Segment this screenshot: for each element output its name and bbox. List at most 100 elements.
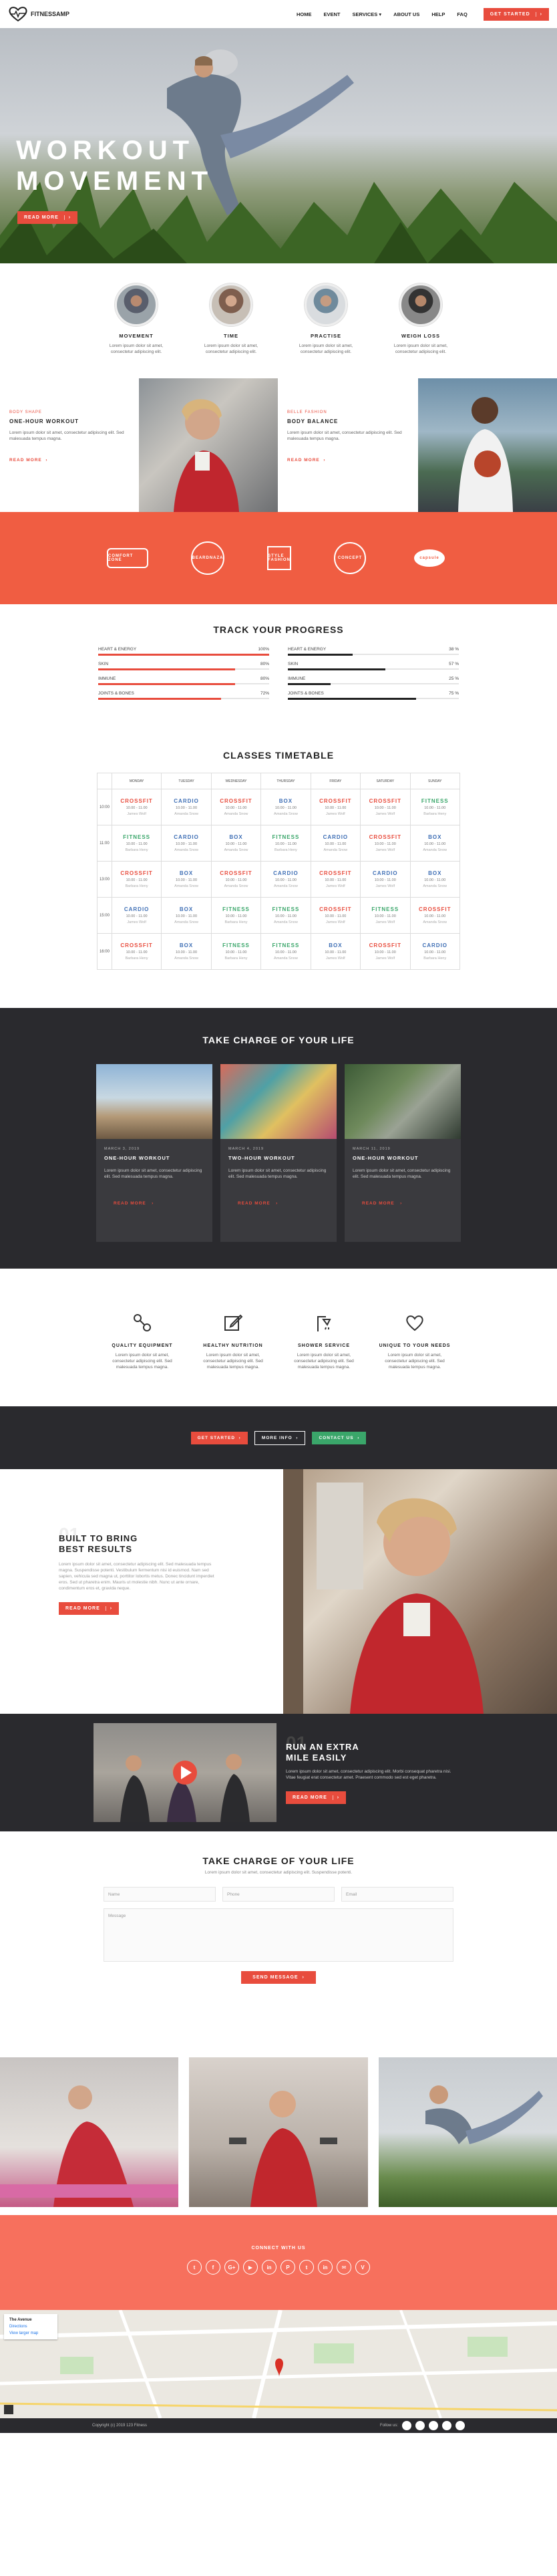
timetable-class-cell[interactable]: FITNESS 10.00 - 11.00 James Wolf	[360, 897, 411, 934]
social-icon[interactable]: ▶	[243, 2260, 258, 2275]
man-basketball-image	[458, 397, 513, 512]
timetable-class-cell[interactable]: CROSSFIT 10.00 - 11.00 James Wolf	[360, 933, 411, 970]
hero-read-more-button[interactable]: READ MORE ›	[17, 211, 78, 224]
workout-read-more-link[interactable]: READ MORE ›	[287, 458, 326, 463]
timetable-class-cell[interactable]: BOX 10.00 - 11.00 Amanda Snow	[161, 897, 212, 934]
email-field[interactable]: Email	[341, 1887, 453, 1902]
timetable-class-cell[interactable]: CARDIO 10.00 - 11.00 Amanda Snow	[260, 861, 311, 898]
video-thumbnail[interactable]	[94, 1723, 276, 1822]
social-icon[interactable]: ✉	[337, 2260, 351, 2275]
timetable-class-cell[interactable]: BOX 10.00 - 11.00 James Wolf	[310, 933, 361, 970]
timetable-class-cell[interactable]: CROSSFIT 10.00 - 11.00 James Wolf	[360, 825, 411, 862]
social-icon[interactable]: t	[299, 2260, 314, 2275]
class-time: 10.00 - 11.00	[176, 806, 198, 810]
progress-bar: HEART & ENERGY 100%	[98, 647, 269, 656]
social-icon[interactable]: P	[281, 2260, 295, 2275]
nav-event[interactable]: EVENT	[324, 11, 341, 17]
read-more-label: READ MORE	[238, 1201, 270, 1206]
post-read-more-link[interactable]: READ MORE ›	[228, 1201, 278, 1206]
send-message-label: SEND MESSAGE	[252, 1975, 299, 1980]
timetable-class-cell[interactable]: CROSSFIT 10.00 - 11.00 Amanda Snow	[210, 861, 262, 898]
timetable-class-cell[interactable]: CARDIO 10.00 - 11.00 James Wolf	[111, 897, 162, 934]
blog-post-card[interactable]: MARCH 3, 2019 ONE-HOUR WORKOUT Lorem ips…	[96, 1064, 212, 1242]
blog-section: TAKE CHARGE OF YOUR LIFE MARCH 3, 2019 O…	[0, 1008, 557, 1269]
nav-about[interactable]: ABOUT US	[393, 11, 419, 17]
nav-home[interactable]: HOME	[297, 11, 312, 17]
nav-faq[interactable]: FAQ	[457, 11, 467, 17]
social-icon[interactable]: in	[262, 2260, 276, 2275]
woman-dumbbells-image	[229, 2091, 338, 2207]
timetable-class-cell[interactable]: BOX 10.00 - 11.00 Amanda Snow	[210, 825, 262, 862]
logo[interactable]: FITNESSAMP	[8, 6, 69, 22]
contact-section: TAKE CHARGE OF YOUR LIFE Lorem ipsum dol…	[0, 1831, 557, 2052]
blog-post-card[interactable]: MARCH 11, 2019 ONE-HOUR WORKOUT Lorem ip…	[345, 1064, 461, 1242]
gallery-image[interactable]	[0, 2057, 179, 2207]
social-icon[interactable]: f	[206, 2260, 220, 2275]
cta-contact-button[interactable]: CONTACT US ›	[312, 1431, 367, 1444]
timetable-class-cell[interactable]: BOX 10.00 - 11.00 Amanda Snow	[409, 861, 461, 898]
run-read-more-button[interactable]: READ MORE ›	[286, 1791, 347, 1804]
timetable-class-cell[interactable]: CROSSFIT 10.00 - 11.00 James Wolf	[310, 861, 361, 898]
timetable-class-cell[interactable]: CROSSFIT 10.00 - 11.00 Amanda Snow	[409, 897, 461, 934]
social-icon[interactable]	[442, 2421, 451, 2430]
message-field[interactable]: Message	[104, 1908, 453, 1962]
social-icon[interactable]	[415, 2421, 425, 2430]
timetable-class-cell[interactable]: CROSSFIT 10.00 - 11.00 Barbara Heny	[111, 861, 162, 898]
timetable-class-cell[interactable]: CARDIO 10.00 - 11.00 Amanda Snow	[161, 789, 212, 825]
timetable-class-cell[interactable]: CROSSFIT 10.00 - 11.00 Amanda Snow	[210, 789, 262, 825]
map-larger-link[interactable]: View larger map	[9, 2331, 52, 2335]
cta-more-info-button[interactable]: MORE INFO ›	[254, 1430, 306, 1445]
nav-help[interactable]: HELP	[431, 11, 445, 17]
timetable-class-cell[interactable]: FITNESS 10.00 - 11.00 Barbara Heny	[210, 897, 262, 934]
social-icon[interactable]	[402, 2421, 411, 2430]
timetable-class-cell[interactable]: BOX 10.00 - 11.00 Amanda Snow	[409, 825, 461, 862]
timetable-class-cell[interactable]: BOX 10.00 - 11.00 Amanda Snow	[161, 861, 212, 898]
class-time: 10.00 - 11.00	[424, 914, 446, 918]
nav-services[interactable]: SERVICES ▾	[353, 11, 382, 17]
post-read-more-link[interactable]: READ MORE ›	[104, 1201, 154, 1206]
built-read-more-button[interactable]: READ MORE ›	[59, 1602, 120, 1615]
services-section: QUALITY EQUIPMENT Lorem ipsum dolor sit …	[0, 1269, 557, 1406]
social-icon[interactable]: in	[318, 2260, 333, 2275]
send-message-button[interactable]: SEND MESSAGE ›	[241, 1971, 316, 1984]
social-icon[interactable]: t	[187, 2260, 202, 2275]
timetable-class-cell[interactable]: CARDIO 10.00 - 11.00 Amanda Snow	[310, 825, 361, 862]
timetable-class-cell[interactable]: CROSSFIT 10.00 - 11.00 James Wolf	[310, 897, 361, 934]
location-map[interactable]: The Avenue Directions View larger map	[0, 2310, 557, 2418]
cta-get-started-button[interactable]: GET STARTED ›	[190, 1431, 248, 1444]
timetable-class-cell[interactable]: CROSSFIT 10.00 - 11.00 Barbara Heny	[111, 933, 162, 970]
built-image	[283, 1469, 557, 1714]
read-more-label: READ MORE	[293, 1795, 327, 1800]
timetable-class-cell[interactable]: FITNESS 10.00 - 11.00 Barbara Heny	[111, 825, 162, 862]
timetable-class-cell[interactable]: FITNESS 10.00 - 11.00 Barbara Heny	[260, 825, 311, 862]
social-icon[interactable]: G+	[224, 2260, 239, 2275]
timetable-class-cell[interactable]: FITNESS 10.00 - 11.00 Amanda Snow	[260, 933, 311, 970]
get-started-button[interactable]: GET STARTED ›	[483, 7, 549, 21]
social-icon[interactable]: V	[355, 2260, 370, 2275]
workout-read-more-link[interactable]: READ MORE ›	[9, 458, 48, 463]
gallery-image[interactable]	[378, 2057, 557, 2207]
social-icon[interactable]	[455, 2421, 465, 2430]
timetable-class-cell[interactable]: CROSSFIT 10.00 - 11.00 James Wolf	[111, 789, 162, 825]
post-read-more-link[interactable]: READ MORE ›	[353, 1201, 402, 1206]
class-name: CROSSFIT	[369, 834, 402, 840]
timetable-class-cell[interactable]: CROSSFIT 10.00 - 11.00 James Wolf	[310, 789, 361, 825]
phone-field[interactable]: Phone	[222, 1887, 335, 1902]
timetable-class-cell[interactable]: CARDIO 10.00 - 11.00 Amanda Snow	[161, 825, 212, 862]
timetable-class-cell[interactable]: BOX 10.00 - 11.00 Amanda Snow	[260, 789, 311, 825]
timetable-class-cell[interactable]: FITNESS 10.00 - 11.00 Amanda Snow	[260, 897, 311, 934]
map-thumbnail-button[interactable]	[4, 2405, 13, 2414]
name-field[interactable]: Name	[104, 1887, 216, 1902]
timetable-class-cell[interactable]: CARDIO 10.00 - 11.00 James Wolf	[360, 861, 411, 898]
timetable-class-cell[interactable]: CARDIO 10.00 - 11.00 Barbara Heny	[409, 933, 461, 970]
gallery-image[interactable]	[189, 2057, 368, 2207]
map-directions-link[interactable]: Directions	[9, 2325, 52, 2329]
class-time: 10.00 - 11.00	[374, 878, 396, 882]
timetable-class-cell[interactable]: CROSSFIT 10.00 - 11.00 James Wolf	[360, 789, 411, 825]
social-icon[interactable]	[429, 2421, 438, 2430]
timetable-class-cell[interactable]: FITNESS 10.00 - 11.00 Barbara Heny	[409, 789, 461, 825]
blog-post-card[interactable]: MARCH 4, 2019 TWO-HOUR WORKOUT Lorem ips…	[220, 1064, 337, 1242]
timetable-class-cell[interactable]: FITNESS 10.00 - 11.00 Barbara Heny	[210, 933, 262, 970]
timetable-class-cell[interactable]: BOX 10.00 - 11.00 Amanda Snow	[161, 933, 212, 970]
feature-image	[305, 283, 347, 326]
